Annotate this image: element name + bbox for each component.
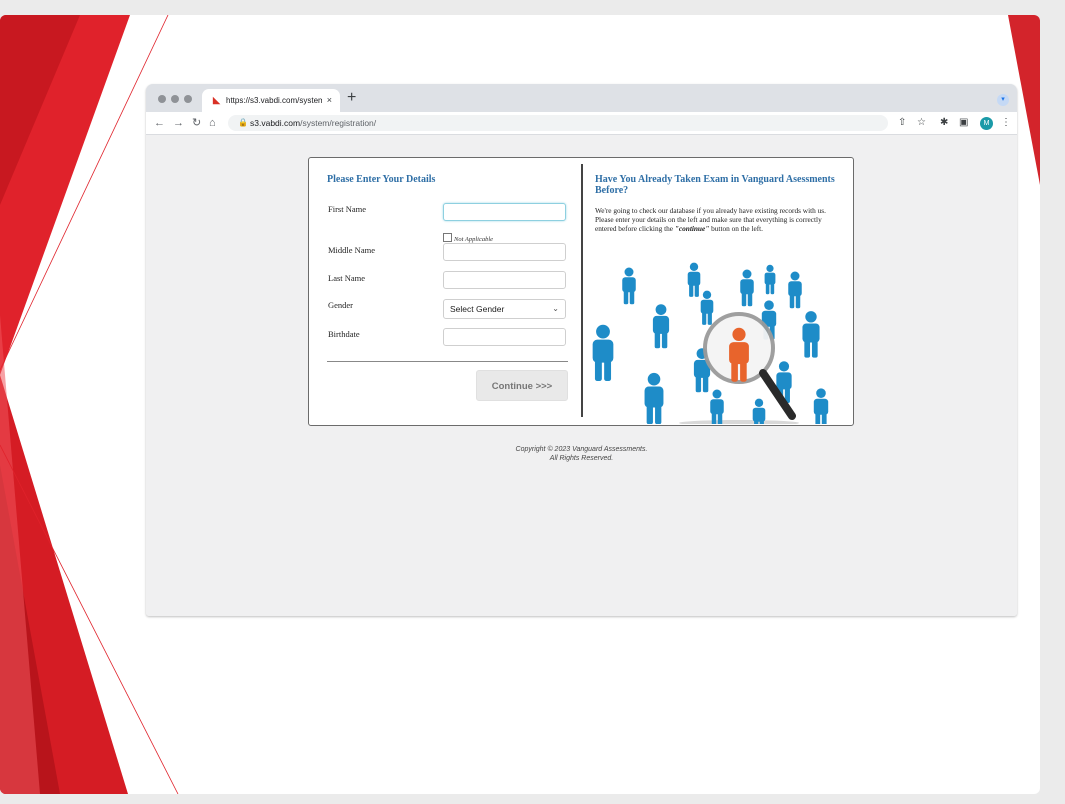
gender-label: Gender xyxy=(328,300,354,310)
info-text-end: button on the left. xyxy=(709,224,764,233)
tab-title: https://s3.vabdi.com/system/re xyxy=(226,96,322,105)
people-search-illustration xyxy=(592,262,829,424)
first-name-input[interactable] xyxy=(443,203,566,221)
middle-name-label: Middle Name xyxy=(328,245,375,255)
sidepanel-icon[interactable]: ▣ xyxy=(959,117,968,129)
tab-close-icon[interactable]: × xyxy=(327,89,332,112)
form-divider xyxy=(327,361,568,362)
gender-select[interactable]: Select Gender ⌄ xyxy=(443,299,566,319)
chevron-down-icon[interactable]: ▾ xyxy=(997,94,1009,106)
gender-selected-value: Select Gender xyxy=(450,304,505,314)
details-form: Please Enter Your Details First Name Not… xyxy=(309,158,581,425)
site-favicon-icon: ◣ xyxy=(213,95,220,105)
registration-card: Please Enter Your Details First Name Not… xyxy=(308,157,854,426)
star-icon[interactable]: ☆ xyxy=(917,117,926,129)
url-host: s3.vabdi.com xyxy=(250,118,301,128)
menu-icon[interactable]: ⋮ xyxy=(1001,117,1011,129)
forward-icon[interactable]: → xyxy=(173,116,184,130)
avatar[interactable]: M xyxy=(980,117,993,130)
not-applicable-label: Not Applicable xyxy=(454,236,494,243)
last-name-label: Last Name xyxy=(328,273,366,283)
birthdate-label: Birthdate xyxy=(328,329,360,339)
chevron-down-icon: ⌄ xyxy=(552,304,559,313)
not-applicable-checkbox[interactable]: Not Applicable xyxy=(443,233,493,243)
copyright-line: Copyright © 2023 Vanguard Assessments. xyxy=(515,446,648,453)
browser-window: ◣ https://s3.vabdi.com/system/re × + ▾ ←… xyxy=(146,84,1017,616)
browser-toolbar: ← → ↻ ⌂ 🔒 s3.vabdi.com/system/registrati… xyxy=(146,112,1017,135)
new-tab-button[interactable]: + xyxy=(347,88,356,108)
rights-line: All Rights Reserved. xyxy=(549,455,614,462)
window-zoom-dot[interactable] xyxy=(184,95,192,103)
extensions-icon[interactable]: ✱ xyxy=(940,117,948,129)
window-close-dot[interactable] xyxy=(158,95,166,103)
page-content: Please Enter Your Details First Name Not… xyxy=(146,135,1017,616)
birthdate-input[interactable] xyxy=(443,328,566,346)
share-icon[interactable]: ⇧ xyxy=(898,117,906,129)
address-bar[interactable]: 🔒 s3.vabdi.com/system/registration/ xyxy=(228,115,888,131)
continue-button[interactable]: Continue >>> xyxy=(476,370,568,401)
presentation-slide: ◣ https://s3.vabdi.com/system/re × + ▾ ←… xyxy=(0,15,1040,794)
lock-icon[interactable]: 🔒 xyxy=(238,115,248,131)
home-icon[interactable]: ⌂ xyxy=(209,116,216,130)
info-text: We're going to check our database if you… xyxy=(595,206,845,233)
form-heading: Please Enter Your Details xyxy=(327,174,436,185)
middle-name-input[interactable] xyxy=(443,243,566,261)
copyright-footer: Copyright © 2023 Vanguard Assessments. A… xyxy=(146,445,1017,463)
window-minimize-dot[interactable] xyxy=(171,95,179,103)
back-icon[interactable]: ← xyxy=(154,116,165,130)
info-heading: Have You Already Taken Exam in Vanguard … xyxy=(595,174,835,196)
checkbox-icon[interactable] xyxy=(443,233,452,242)
info-text-emphasis: "continue" xyxy=(674,224,710,233)
column-divider xyxy=(581,164,583,417)
reload-icon[interactable]: ↻ xyxy=(192,116,201,130)
tab-active[interactable]: ◣ https://s3.vabdi.com/system/re × xyxy=(202,89,340,112)
first-name-label: First Name xyxy=(328,204,367,214)
tab-bar: ◣ https://s3.vabdi.com/system/re × + ▾ xyxy=(146,84,1017,112)
last-name-input[interactable] xyxy=(443,271,566,289)
info-panel: Have You Already Taken Exam in Vanguard … xyxy=(585,158,851,425)
url-path: /system/registration/ xyxy=(300,118,377,128)
